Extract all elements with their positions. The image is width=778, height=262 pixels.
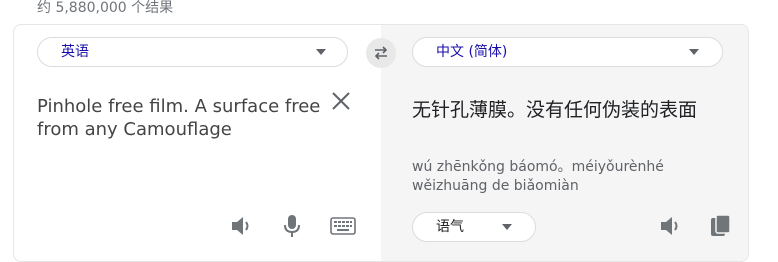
keyboard-icon[interactable] — [329, 213, 357, 239]
chevron-down-icon — [316, 49, 326, 55]
translated-text: 无针孔薄膜。没有任何伪装的表面 — [412, 99, 698, 121]
chevron-down-icon — [689, 49, 699, 55]
results-count: 约 5,880,000 个结果 — [37, 0, 174, 16]
tone-select[interactable]: 语气 — [412, 212, 536, 242]
source-text-input[interactable]: Pinhole free film. A surface free from a… — [37, 95, 327, 141]
target-language-label: 中文 (简体) — [436, 44, 508, 60]
romanization-text: wú zhēnkǒng báomó。méiyǒurènhé wěizhuāng … — [412, 159, 664, 194]
copy-icon[interactable] — [708, 213, 734, 239]
speaker-icon[interactable] — [229, 213, 255, 239]
chevron-down-icon — [502, 224, 512, 230]
microphone-icon[interactable] — [279, 213, 305, 239]
swap-languages-button[interactable] — [366, 38, 396, 68]
source-language-select[interactable]: 英语 — [37, 37, 348, 67]
source-language-label: 英语 — [61, 44, 89, 60]
swap-icon — [374, 46, 388, 60]
target-panel: 中文 (简体) 无针孔薄膜。没有任何伪装的表面 wú zhēnkǒng báom… — [381, 25, 748, 261]
tone-label: 语气 — [436, 219, 464, 235]
close-icon[interactable] — [329, 89, 353, 113]
translate-card: 英语 Pinhole free film. A surface free fro… — [13, 24, 749, 262]
target-language-select[interactable]: 中文 (简体) — [412, 37, 723, 67]
speaker-icon[interactable] — [658, 213, 684, 239]
